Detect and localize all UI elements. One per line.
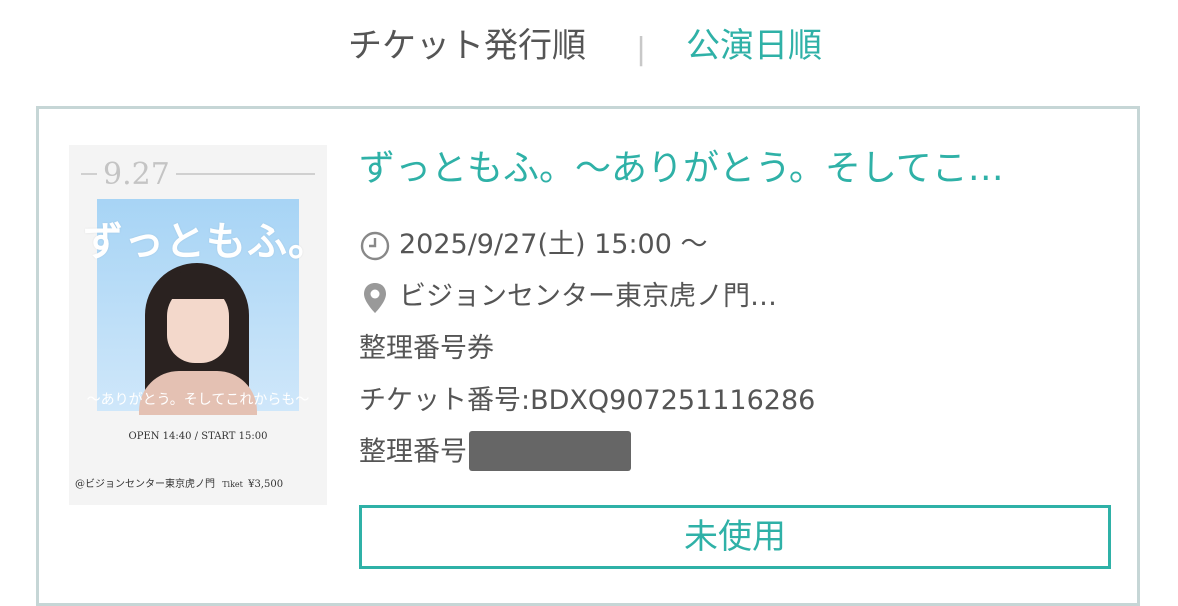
event-poster-image: 9.27 ずっともふ。 〜ありがとう。そしてこれからも〜 OPEN 14:40 … [69,145,327,505]
poster-price: ¥3,500 [248,479,284,490]
seat-number-row: 整理番号 [359,431,631,473]
poster-bangs [165,271,231,299]
ticket-card[interactable]: 9.27 ずっともふ。 〜ありがとう。そしてこれからも〜 OPEN 14:40 … [36,106,1140,606]
sort-by-performance-date[interactable]: 公演日順 [686,24,822,68]
clock-icon [359,230,391,262]
seat-number-label: 整理番号 [359,436,467,468]
poster-times: OPEN 14:40 / START 15:00 [128,431,268,442]
poster-date: 9.27 [97,157,176,192]
sort-bar: チケット発行順 | 公演日順 [0,0,1178,92]
ticket-number-row: チケット番号:BDXQ907251116286 [359,383,815,419]
event-datetime-row: 2025/9/27(土) 15:00 〜 [359,227,707,263]
poster-venue: @ビジョンセンター東京虎ノ門 [75,479,215,490]
poster-ticket-label: Tiket [222,480,243,489]
event-datetime: 2025/9/27(土) 15:00 〜 [399,229,708,260]
poster-venue-line: @ビジョンセンター東京虎ノ門 Tiket ¥3,500 [75,475,325,490]
location-pin-icon [359,281,391,315]
event-venue-row: ビジョンセンター東京虎ノ門… [359,279,777,315]
event-venue: ビジョンセンター東京虎ノ門… [399,281,777,312]
ticket-status-button[interactable]: 未使用 [359,505,1111,569]
sort-by-issue-order[interactable]: チケット発行順 [348,24,586,68]
seat-number-redacted [469,431,631,471]
ticket-type: 整理番号券 [359,333,494,364]
poster-title: ずっともふ。 [83,218,327,265]
sort-separator: | [636,32,647,67]
event-title[interactable]: ずっともふ。〜ありがとう。そしてこ… [359,145,1119,193]
ticket-number: BDXQ907251116286 [530,385,816,416]
poster-subtitle: 〜ありがとう。そしてこれからも〜 [86,392,310,408]
ticket-number-label: チケット番号: [359,385,531,416]
